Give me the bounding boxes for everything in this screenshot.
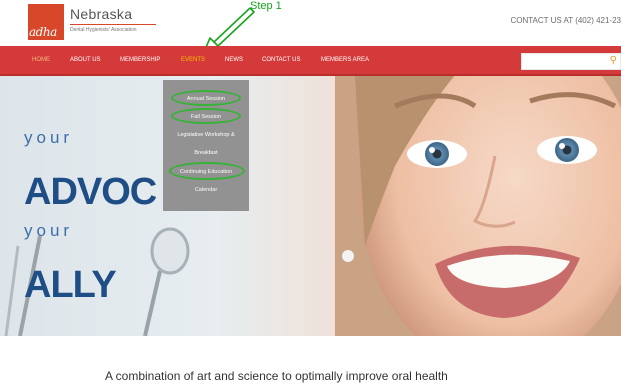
- tagline-text: A combination of art and science to opti…: [105, 369, 448, 383]
- hero-line-advocate: ADVOC: [24, 171, 157, 213]
- dropdown-item-calendar[interactable]: Calendar: [163, 187, 249, 193]
- dropdown-item-fall-session[interactable]: Fall Session: [163, 114, 249, 120]
- hero-line-your-2: your: [24, 221, 74, 240]
- nav-item-contact-us[interactable]: CONTACT US: [262, 57, 300, 63]
- dropdown-item-breakfast[interactable]: Breakfast: [163, 150, 249, 156]
- hero-banner: your ADVOC your ALLY: [0, 76, 621, 336]
- site-header: adha Nebraska Dental Hygienists' Associa…: [0, 0, 621, 46]
- nav-item-about-us[interactable]: ABOUT US: [70, 57, 101, 63]
- search-input[interactable]: ⚲: [521, 53, 621, 70]
- hero-line-your-1: your: [24, 128, 74, 147]
- nav-item-home[interactable]: HOME: [32, 57, 50, 63]
- nav-item-news[interactable]: NEWS: [225, 57, 243, 63]
- site-logo[interactable]: adha Nebraska Dental Hygienists' Associa…: [28, 4, 158, 42]
- logo-subtitle: Dental Hygienists' Association: [70, 27, 137, 33]
- events-dropdown-menu: Annual Session Fall Session Legislative …: [163, 80, 249, 211]
- nav-item-events[interactable]: EVENTS: [181, 57, 205, 63]
- dropdown-item-legislative-workshop[interactable]: Legislative Workshop &: [163, 132, 249, 138]
- annotation-step-label: Step 1: [250, 0, 282, 12]
- logo-mark-text: adha: [29, 25, 57, 39]
- header-contact-text: CONTACT US AT (402) 421-23: [510, 16, 621, 25]
- hero-line-ally: ALLY: [24, 264, 117, 306]
- smiling-woman-image: [335, 76, 621, 336]
- nav-item-membership[interactable]: MEMBERSHIP: [120, 57, 160, 63]
- dropdown-item-continuing-education[interactable]: Continuing Education: [163, 169, 249, 175]
- dropdown-item-annual-session[interactable]: Annual Session: [163, 96, 249, 102]
- nav-item-members-area[interactable]: MEMBERS AREA: [321, 57, 369, 63]
- logo-divider: [70, 24, 156, 25]
- search-icon[interactable]: ⚲: [610, 56, 617, 66]
- logo-mark: adha: [28, 4, 64, 40]
- logo-title: Nebraska: [70, 6, 133, 22]
